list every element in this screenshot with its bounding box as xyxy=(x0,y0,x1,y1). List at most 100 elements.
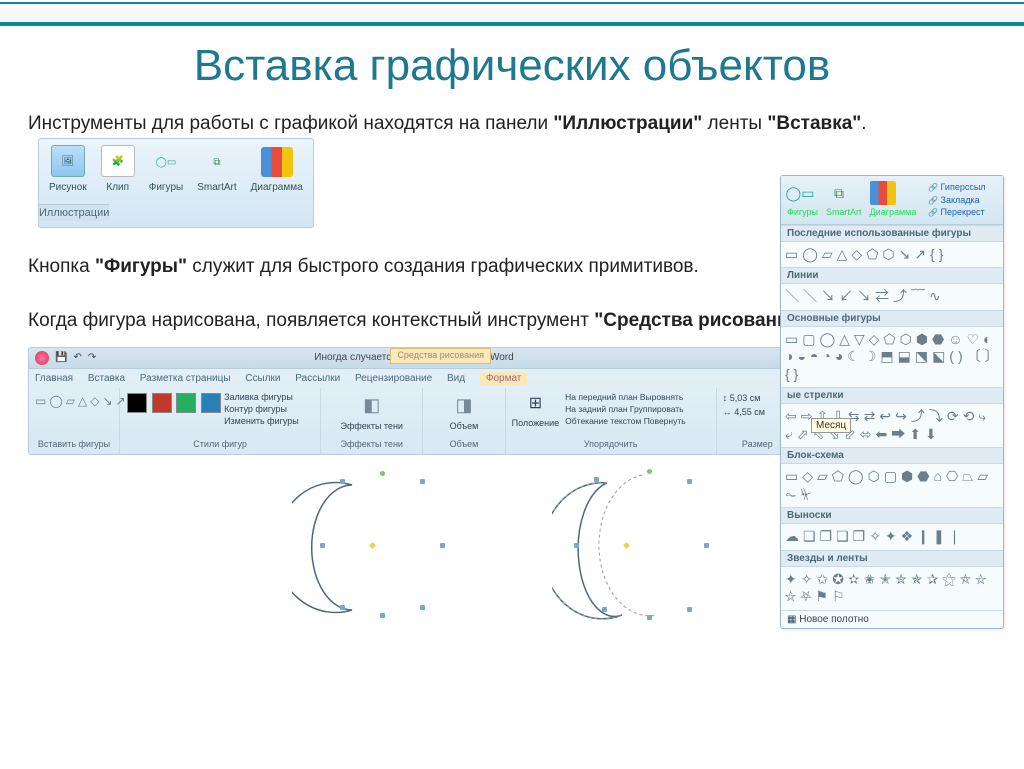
shadow-label: Эффекты тени xyxy=(341,421,403,431)
shapes-group-title: Звезды и ленты xyxy=(781,550,1003,567)
align-btn[interactable]: Выровнять xyxy=(640,392,683,402)
p1-text: Инструменты для работы с графикой находя… xyxy=(28,113,553,134)
hdr-label: SmartArt xyxy=(826,207,862,217)
shape-tooltip: Месяц xyxy=(811,418,851,433)
crescent-shape-1[interactable] xyxy=(292,465,472,625)
ribbon-btn-label: Диаграмма xyxy=(251,182,303,193)
ribbon-btn-clip[interactable]: 🧩 Клип xyxy=(101,145,135,196)
position-label: Положение xyxy=(512,418,560,428)
shapes-dropdown-panel: ◯▭Фигуры ⧉SmartArt Диаграмма Гиперссыл З… xyxy=(780,175,1004,629)
tab-review[interactable]: Рецензирование xyxy=(355,373,432,384)
crossref-btn[interactable]: Перекрест xyxy=(928,206,985,219)
ribbon-btn-picture[interactable]: 🖼 Рисунок xyxy=(49,145,87,196)
hdr-links: Гиперссыл Закладка Перекрест xyxy=(924,181,989,219)
new-canvas-btn[interactable]: ▦ Новое полотно xyxy=(781,610,1003,628)
p1-bold1: "Иллюстрации" xyxy=(553,113,702,134)
hdr-label: Диаграмма xyxy=(870,207,917,217)
crescent-shape-2[interactable] xyxy=(552,465,732,625)
group-btn[interactable]: Группировать xyxy=(630,404,684,414)
group-label: Эффекты тени xyxy=(327,438,416,452)
hdr-label: Фигуры xyxy=(787,207,818,217)
shape-fill-btn[interactable]: Заливка фигуры xyxy=(224,392,293,402)
ribbon-group-shadow: ◧ Эффекты тени Эффекты тени xyxy=(321,388,423,454)
new-canvas-label: Новое полотно xyxy=(799,614,869,625)
style-swatch[interactable] xyxy=(127,393,147,413)
ribbon-btn-label: SmartArt xyxy=(197,182,236,193)
shapes-grid[interactable]: ▭◇▱⬠◯⬡▢⬢⬣⌂⎔⏢⏥⏦⏧ xyxy=(781,464,1003,507)
ribbon-group-shape-styles: Заливка фигуры Контур фигуры Изменить фи… xyxy=(120,388,321,454)
shapes-group-title: Выноски xyxy=(781,507,1003,524)
p1-text3: . xyxy=(861,113,866,134)
shapes-icon: ◯▭ xyxy=(150,147,182,177)
slide-top-border xyxy=(0,2,1024,26)
group-label: Объем xyxy=(429,438,498,452)
illustrations-ribbon-group: 🖼 Рисунок 🧩 Клип ◯▭ Фигуры ⧉ SmartArt xyxy=(38,138,314,228)
ribbon-btn-smartart[interactable]: ⧉ SmartArt xyxy=(197,147,236,196)
shapes-grid[interactable]: ▭▢◯△▽◇⬠⬡⬢⬣☺♡◐◑◒◓◔◕☾☽⬒⬓⬔⬕()〔〕{} xyxy=(781,327,1003,388)
tab-home[interactable]: Главная xyxy=(35,373,73,384)
shapes-group-title: ые стрелки xyxy=(781,387,1003,404)
bookmark-btn[interactable]: Закладка xyxy=(928,194,985,207)
shape-gallery-mini[interactable]: ▭◯▱△◇↘↗{} xyxy=(35,392,113,411)
ribbon-btn-label: Клип xyxy=(106,182,129,193)
ribbon-btn-label: Рисунок xyxy=(49,182,87,193)
group-label: Вставить фигуры xyxy=(35,438,113,452)
tab-view[interactable]: Вид xyxy=(447,373,465,384)
shape-outline-btn[interactable]: Контур фигуры xyxy=(224,404,287,414)
slide-title: Вставка графических объектов xyxy=(0,41,1024,91)
shapes-group-title: Последние использованные фигуры xyxy=(781,225,1003,242)
tab-references[interactable]: Ссылки xyxy=(245,373,280,384)
drawing-tools-ribbon: 💾 ↶ ↷ Иногда случается так.docx - Micros… xyxy=(28,347,800,455)
p3-bold1: "Средства рисования" xyxy=(594,310,809,331)
picture-icon: 🖼 xyxy=(51,145,85,177)
hdr-shapes-btn[interactable]: ◯▭Фигуры xyxy=(787,181,818,219)
p2-text: Кнопка xyxy=(28,256,95,277)
p1-bold2: "Вставка" xyxy=(767,113,861,134)
shadow-effects-icon[interactable]: ◧ xyxy=(363,395,380,415)
shapes-panel-header: ◯▭Фигуры ⧉SmartArt Диаграмма Гиперссыл З… xyxy=(781,176,1003,225)
ribbon-btn-shapes[interactable]: ◯▭ Фигуры xyxy=(149,147,183,196)
hdr-chart-btn[interactable]: Диаграмма xyxy=(870,181,917,219)
ribbon-group-arrange: ⊞ Положение На передний план Выровнять Н… xyxy=(506,388,717,454)
shapes-group-title: Линии xyxy=(781,267,1003,284)
ribbon-group-insert-shapes: ▭◯▱△◇↘↗{} Вставить фигуры xyxy=(29,388,120,454)
ribbon-titlebar: 💾 ↶ ↷ Иногда случается так.docx - Micros… xyxy=(29,348,799,369)
illustrations-group-label: Иллюстрации xyxy=(39,204,109,221)
position-icon[interactable]: ⊞ xyxy=(529,395,542,412)
style-swatch[interactable] xyxy=(176,393,196,413)
contextual-tool-label: Средства рисования xyxy=(390,348,491,364)
send-back-btn[interactable]: На задний план xyxy=(565,404,627,414)
hdr-smartart-btn[interactable]: ⧉SmartArt xyxy=(826,181,862,219)
group-label: Стили фигур xyxy=(126,438,314,452)
volume-icon[interactable]: ◨ xyxy=(455,395,472,415)
rotate-btn[interactable]: Повернуть xyxy=(644,416,686,426)
width-input[interactable]: 4,55 см xyxy=(734,407,765,417)
shapes-grid[interactable]: ▭◯▱△◇⬠⬡↘↗{} xyxy=(781,242,1003,268)
smartart-icon: ⧉ xyxy=(201,147,233,177)
tab-mailings[interactable]: Рассылки xyxy=(295,373,340,384)
style-swatch[interactable] xyxy=(152,393,172,413)
ribbon-group-3d: ◨ Объем Объем xyxy=(423,388,505,454)
ribbon-btn-label: Фигуры xyxy=(149,182,183,193)
tab-layout[interactable]: Разметка страницы xyxy=(140,373,231,384)
hyperlink-btn[interactable]: Гиперссыл xyxy=(928,181,985,194)
group-label: Упорядочить xyxy=(512,438,710,452)
wrap-text-btn[interactable]: Обтекание текстом xyxy=(565,416,641,426)
shapes-grid[interactable]: ＼＼↘↙↘⇄⤴︎﹋∿ xyxy=(781,284,1003,310)
chart-icon xyxy=(261,147,293,177)
shape-change-btn[interactable]: Изменить фигуры xyxy=(224,416,299,426)
tab-insert[interactable]: Вставка xyxy=(88,373,125,384)
p1-text2: ленты xyxy=(702,113,767,134)
p2-bold: "Фигуры" xyxy=(95,256,187,277)
height-input[interactable]: 5,03 см xyxy=(730,393,761,403)
bring-front-btn[interactable]: На передний план xyxy=(565,392,637,402)
shapes-grid[interactable]: ☁❏❐❑❒✧✦❖❙❚❘ xyxy=(781,524,1003,550)
tab-format[interactable]: Формат xyxy=(480,372,528,385)
style-swatch[interactable] xyxy=(201,393,221,413)
volume-label: Объем xyxy=(450,421,479,431)
p3-text: Когда фигура нарисована, появляется конт… xyxy=(28,310,594,331)
shapes-group-title: Основные фигуры xyxy=(781,310,1003,327)
p2-text2: служит для быстрого создания графических… xyxy=(187,256,699,277)
shapes-grid[interactable]: ✦✧✩✪✫✬✭✮✯✰⚝⛤⛥⛦⛧⚑⚐ xyxy=(781,567,1003,610)
ribbon-btn-chart[interactable]: Диаграмма xyxy=(251,147,303,196)
